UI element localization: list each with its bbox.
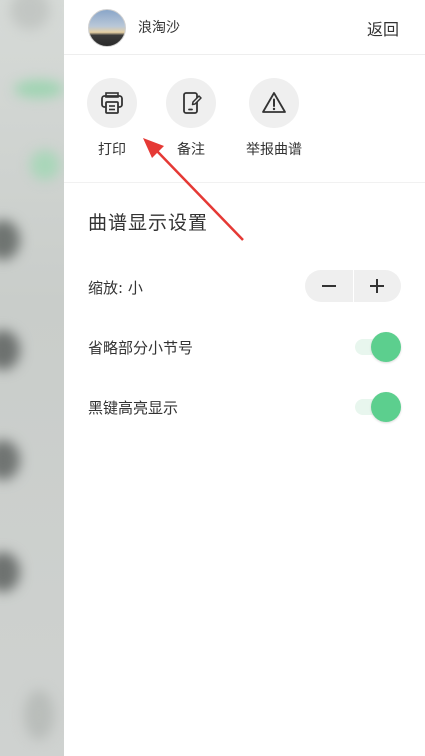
note-circle — [166, 78, 216, 128]
omit-measures-toggle[interactable] — [355, 332, 401, 362]
omit-measures-label: 省略部分小节号 — [88, 339, 194, 357]
zoom-label: 缩放: 小 — [88, 279, 143, 297]
minus-icon — [321, 285, 336, 287]
zoom-row: 缩放: 小 — [88, 270, 401, 304]
report-circle — [249, 78, 299, 128]
background-blob — [24, 690, 54, 740]
background-blob — [0, 220, 20, 260]
black-keys-toggle[interactable] — [355, 392, 401, 422]
toggle-knob — [371, 392, 401, 422]
zoom-in-button[interactable] — [353, 270, 401, 302]
report-button[interactable]: 举报曲谱 — [234, 78, 314, 159]
action-bar: 打印 备注 举报曲谱 — [64, 54, 425, 183]
omit-measures-row: 省略部分小节号 — [88, 330, 401, 364]
section-title: 曲谱显示设置 — [88, 212, 209, 234]
zoom-out-button[interactable] — [305, 270, 353, 302]
print-circle — [87, 78, 137, 128]
black-keys-row: 黑键高亮显示 — [88, 390, 401, 424]
background-blob — [0, 440, 20, 480]
avatar[interactable] — [88, 9, 126, 47]
note-edit-icon — [183, 92, 202, 114]
printer-icon — [101, 92, 123, 114]
report-label: 举报曲谱 — [246, 142, 302, 158]
note-button[interactable]: 备注 — [151, 78, 231, 159]
plus-icon — [370, 279, 385, 293]
print-label: 打印 — [98, 142, 126, 158]
print-button[interactable]: 打印 — [72, 78, 152, 159]
background-app — [0, 0, 64, 756]
background-blob — [30, 150, 60, 180]
drawer-header: 浪淘沙 返回 — [64, 0, 425, 55]
background-blob — [10, 0, 50, 30]
background-blob — [0, 330, 20, 370]
settings-drawer: 浪淘沙 返回 打印 备注 举报曲谱 曲谱显示设置 缩放: 小 省略部分小节号 黑… — [64, 0, 425, 756]
background-blob — [14, 80, 64, 98]
background-blob — [0, 552, 20, 592]
toggle-knob — [371, 332, 401, 362]
note-label: 备注 — [177, 142, 205, 158]
zoom-stepper — [305, 270, 401, 302]
black-keys-label: 黑键高亮显示 — [88, 399, 179, 417]
back-button[interactable]: 返回 — [367, 16, 399, 40]
username: 浪淘沙 — [138, 20, 180, 36]
warning-icon — [262, 92, 286, 113]
